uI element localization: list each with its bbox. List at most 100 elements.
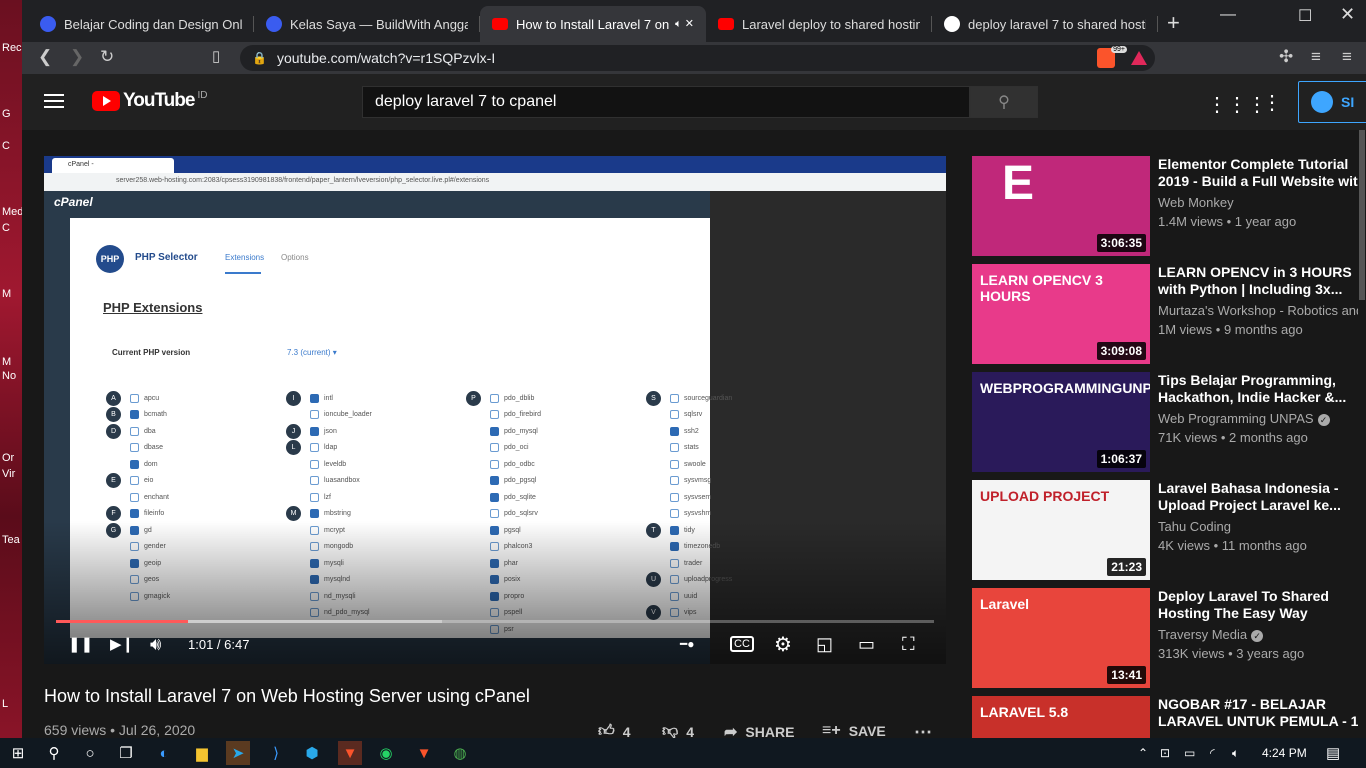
desktop-icon-label[interactable]: Or	[2, 452, 14, 464]
extension-checkbox	[130, 426, 139, 436]
browser-tab[interactable]: Laravel deploy to shared hosting Cp	[706, 6, 932, 42]
search-input[interactable]: deploy laravel 7 to cpanel	[362, 86, 970, 118]
channel-line[interactable]: Web Programming UNPAS ✓	[1158, 411, 1330, 426]
video-player[interactable]: cPanel - server258.web-hosting.com:2083/…	[44, 156, 946, 664]
wifi-icon[interactable]: ◜	[1210, 746, 1215, 760]
bookmark-icon[interactable]: ▯	[212, 47, 220, 65]
desktop-icon-label[interactable]: No	[2, 370, 16, 382]
telegram-icon[interactable]: ➤	[226, 741, 250, 765]
reload-button[interactable]: ↻	[100, 47, 114, 67]
search-icon[interactable]: ⚲	[42, 741, 66, 765]
like-button[interactable]: 👍︎ 4	[598, 722, 631, 738]
new-tab-button[interactable]: +	[1167, 10, 1180, 36]
pause-button[interactable]: ❚❚	[68, 630, 93, 658]
save-button[interactable]: ≡+ SAVE	[822, 722, 886, 738]
tray-chevron-icon[interactable]: ⌃	[1138, 746, 1148, 760]
channel-line[interactable]: Traversy Media ✓	[1158, 627, 1264, 642]
speaker-icon[interactable]: 🔈︎	[1232, 746, 1239, 761]
sign-in-button[interactable]: SI	[1298, 81, 1366, 123]
desktop-icon-label[interactable]: M	[2, 356, 11, 368]
close-window-button[interactable]: ✕	[1340, 4, 1355, 25]
vscode-icon[interactable]: ⟩	[264, 741, 288, 765]
recommended-title[interactable]: Elementor Complete Tutorial 2019 - Build…	[1158, 156, 1366, 190]
app-icon[interactable]: ⬢	[300, 741, 324, 765]
recommended-video[interactable]: WEBPROGRAMMINGUNPAS1:06:37Tips Belajar P…	[972, 372, 1362, 472]
fullscreen-icon[interactable]: ⛶	[902, 630, 915, 658]
settings-gear-icon[interactable]: ⚙	[774, 630, 792, 658]
recommended-title[interactable]: Laravel Bahasa Indonesia - Upload Projec…	[1158, 480, 1366, 514]
search-button[interactable]: ⚲	[970, 86, 1038, 118]
recommended-title[interactable]: Deploy Laravel To Shared Hosting The Eas…	[1158, 588, 1366, 622]
extensions-icon[interactable]: ✣	[1279, 47, 1293, 67]
autoplay-toggle[interactable]: ━●	[680, 630, 694, 658]
forward-button[interactable]: ❯	[70, 47, 84, 67]
recommended-video[interactable]: LARAVEL 5.8 NGOBAR #17 - BELAJAR LARAVEL …	[972, 696, 1362, 738]
desktop-icon-label[interactable]: Tea	[2, 534, 20, 546]
guide-menu-icon[interactable]	[44, 94, 64, 108]
page-scrollbar[interactable]	[1358, 130, 1366, 738]
windows-start-icon[interactable]: ⊞	[6, 741, 30, 765]
youtube-logo[interactable]: YouTube ID	[92, 90, 207, 112]
recommended-video[interactable]: UPLOAD PROJECT 21:23 Laravel Bahasa Indone…	[972, 480, 1362, 580]
browser-tab[interactable]: How to Install Laravel 7 on 🔈︎ ✕	[480, 6, 706, 42]
browser-tab[interactable]: Belajar Coding dan Design Online G	[28, 6, 254, 42]
more-actions-icon[interactable]: ⋯	[914, 722, 932, 738]
network-icon[interactable]: ⊡	[1160, 746, 1170, 760]
progress-bar[interactable]	[56, 620, 934, 623]
channel-line[interactable]: Web Monkey	[1158, 195, 1234, 210]
desktop-icon-label[interactable]: Rec	[2, 42, 22, 54]
desktop-icon-label[interactable]: G	[2, 108, 11, 120]
recommended-video[interactable]: LEARN OPENCV 3 HOURS 3:09:08 LEARN OPENCV …	[972, 264, 1366, 364]
tab-audio-close-icon[interactable]: 🔈︎ ✕	[675, 17, 694, 31]
clock[interactable]: 4:24 PM	[1262, 746, 1307, 760]
channel-line[interactable]: Murtaza's Workshop - Robotics and AI	[1158, 303, 1366, 318]
volume-icon[interactable]: 🔊︎	[150, 630, 161, 658]
video-thumbnail[interactable]: UPLOAD PROJECT 21:23	[972, 480, 1150, 580]
video-thumbnail[interactable]: LARAVEL 5.8	[972, 696, 1150, 738]
media-control-icon[interactable]: ≡	[1311, 47, 1321, 67]
menu-icon[interactable]: ≡	[1342, 47, 1352, 67]
task-view-icon[interactable]: ❐	[114, 741, 138, 765]
minimize-button[interactable]: —	[1220, 6, 1236, 24]
apps-icon[interactable]: ⋮⋮⋮	[1207, 92, 1267, 117]
cortana-icon[interactable]: ○	[78, 741, 102, 765]
video-thumbnail[interactable]: WEBPROGRAMMINGUNPAS 1:06:37	[972, 372, 1150, 472]
brave-beta-icon[interactable]: ▼	[412, 741, 436, 765]
channel-line[interactable]: Tahu Coding	[1158, 519, 1231, 534]
recommended-video[interactable]: Laravel 13:41 Deploy Laravel To Shared Hos…	[972, 588, 1362, 688]
brave-rewards-icon[interactable]	[1131, 51, 1147, 65]
maximize-button[interactable]: ☐	[1298, 6, 1312, 26]
address-bar[interactable]: 🔒 youtube.com/watch?v=r1SQPzvlx-I 99+	[240, 45, 1155, 71]
whatsapp-icon[interactable]: ◉	[374, 741, 398, 765]
browser-tab[interactable]: Kelas Saya — BuildWith Angga	[254, 6, 480, 42]
recommended-video[interactable]: E 3:06:35 Elementor Complete Tutorial 2019…	[972, 156, 1366, 256]
brave-icon[interactable]: ▼	[338, 741, 362, 765]
notification-icon[interactable]: ▤	[1326, 744, 1340, 762]
desktop-icon-label[interactable]: M	[2, 288, 11, 300]
recommended-title[interactable]: LEARN OPENCV in 3 HOURS with Python | In…	[1158, 264, 1366, 298]
subtitles-icon[interactable]: CC	[730, 636, 754, 652]
edge-icon[interactable]: ◐	[152, 741, 176, 765]
chrome-icon[interactable]: ◍	[448, 741, 472, 765]
share-button[interactable]: ➦ SHARE	[724, 722, 794, 738]
video-thumbnail[interactable]: LEARN OPENCV 3 HOURS 3:09:08	[972, 264, 1150, 364]
desktop-icon-label[interactable]: C	[2, 140, 10, 152]
scroll-thumb[interactable]	[1359, 130, 1365, 300]
settings-more-icon[interactable]: ⋮	[1262, 90, 1282, 115]
miniplayer-icon[interactable]: ◱	[816, 630, 833, 658]
battery-icon[interactable]: ▭	[1184, 746, 1195, 760]
desktop-icon-label[interactable]: Vir	[2, 468, 15, 480]
desktop-icon-label[interactable]: Med	[2, 206, 22, 218]
recommended-title[interactable]: Tips Belajar Programming, Hackathon, Ind…	[1158, 372, 1366, 406]
recommended-title[interactable]: NGOBAR #17 - BELAJAR LARAVEL UNTUK PEMUL…	[1158, 696, 1366, 730]
back-button[interactable]: ❮	[38, 47, 52, 67]
desktop-icon-label[interactable]: C	[2, 222, 10, 234]
theater-mode-icon[interactable]: ▭	[858, 630, 875, 658]
video-thumbnail[interactable]: E 3:06:35	[972, 156, 1150, 256]
next-button[interactable]: ▶❙	[110, 630, 134, 658]
dislike-button[interactable]: 👎︎ 4	[662, 722, 694, 738]
file-explorer-icon[interactable]: ▆	[190, 741, 214, 765]
browser-tab[interactable]: deploy laravel 7 to shared hosting -	[932, 6, 1158, 42]
video-thumbnail[interactable]: Laravel 13:41	[972, 588, 1150, 688]
desktop-icon-label[interactable]: L	[2, 698, 8, 710]
